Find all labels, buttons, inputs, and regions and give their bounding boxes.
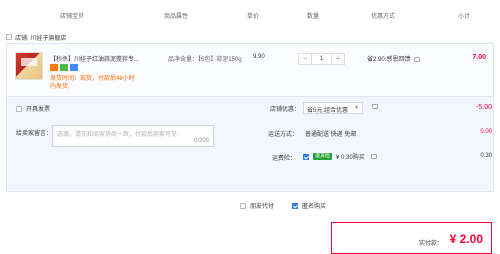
blue-badge-icon bbox=[70, 64, 78, 71]
invoice-label: 开具发票 bbox=[26, 107, 51, 113]
coupon-label: 店铺优惠： bbox=[269, 107, 300, 113]
pay-amount: ¥ 2.00 bbox=[449, 232, 483, 246]
decrement-button[interactable]: − bbox=[299, 54, 311, 64]
item-subtotal: 7.00 bbox=[472, 54, 486, 61]
unit-price: 9.90 bbox=[253, 54, 265, 60]
column-header-promo: 优惠方式 bbox=[371, 13, 396, 20]
delivery-value[interactable]: 普通配送 快递 免邮 bbox=[305, 129, 356, 138]
delivery-note-line2: 内发货 bbox=[50, 84, 69, 90]
anonymous-option[interactable]: 匿名购买 bbox=[292, 201, 326, 210]
payment-summary: 实付款： ¥ 2.00 bbox=[331, 222, 492, 254]
delivery-label: 运送方式： bbox=[267, 132, 298, 138]
seller-message-label: 给卖家留言： bbox=[16, 131, 53, 137]
insurance-badge: 退货险 bbox=[313, 153, 333, 160]
invoice-checkbox[interactable] bbox=[16, 105, 22, 112]
increment-button[interactable]: + bbox=[332, 54, 344, 64]
column-header-store-info: 店铺宝贝 bbox=[60, 13, 85, 20]
store-select-checkbox[interactable] bbox=[6, 34, 12, 40]
product-title[interactable]: 【秒杀】川娃子红油蒜泥搅拌专... bbox=[50, 54, 168, 63]
product-thumbnail[interactable] bbox=[15, 52, 43, 80]
anonymous-checkbox[interactable] bbox=[292, 202, 299, 209]
store-row: 店铺: 川娃子旗舰店 bbox=[6, 31, 66, 43]
promo-text: 省2.90:感恩回馈 bbox=[367, 57, 411, 63]
green-badge-icon bbox=[60, 64, 68, 71]
store-name: 店铺: 川娃子旗舰店 bbox=[15, 35, 67, 42]
product-badges bbox=[50, 64, 78, 71]
insurance-checkbox[interactable] bbox=[303, 153, 309, 160]
quantity-stepper: − 1 + bbox=[298, 53, 345, 65]
insurance-fee: 0.30 bbox=[480, 153, 492, 159]
seller-message-placeholder: 选填，请先和商家协商一致，付款后商家可见 bbox=[57, 132, 178, 138]
column-header-attrs: 商品属性 bbox=[164, 13, 189, 20]
coupon-discount: -5.00 bbox=[476, 104, 492, 111]
seller-message-input[interactable]: 选填，请先和商家协商一致，付款后商家可见 0/200 bbox=[52, 125, 214, 147]
quantity-value[interactable]: 1 bbox=[311, 54, 332, 64]
column-header-price: 单价 bbox=[247, 13, 260, 20]
chevron-down-icon: ▼ bbox=[354, 105, 359, 111]
coupon-value: 省5元:组合优惠 bbox=[307, 108, 349, 114]
anonymous-label: 匿名购买 bbox=[302, 204, 327, 210]
column-header-subtotal: 小计 bbox=[458, 13, 471, 20]
coupon-dropdown[interactable]: 省5元:组合优惠 ▼ bbox=[303, 102, 363, 114]
orange-badge-icon bbox=[50, 64, 58, 71]
table-header: 店铺宝贝 商品属性 单价 数量 优惠方式 小计 bbox=[0, 8, 500, 22]
friend-pay-label: 朋友代付 bbox=[250, 204, 275, 210]
pay-label: 实付款： bbox=[418, 241, 443, 247]
info-icon[interactable] bbox=[370, 154, 377, 159]
insurance-value: ¥ 0.30购买 bbox=[336, 155, 365, 161]
order-item-panel: 【秒杀】川娃子红油蒜泥搅拌专... 发货时间：现货，付款后48小时 内发货 品净… bbox=[6, 43, 494, 97]
friend-pay-checkbox[interactable] bbox=[240, 202, 246, 209]
column-header-qty: 数量 bbox=[307, 13, 320, 20]
insurance-label: 运费险： bbox=[271, 156, 296, 162]
invoice-option[interactable]: 开具发票 bbox=[16, 104, 50, 113]
message-char-count: 0/200 bbox=[193, 138, 209, 144]
comment-icon[interactable] bbox=[414, 56, 421, 62]
product-spec: 品净含量：【5包】蒜泥150g bbox=[168, 57, 242, 63]
delivery-fee: 0.00 bbox=[480, 129, 492, 135]
footer-options: 朋友代付 匿名购买 bbox=[240, 201, 326, 210]
promo-info: 省2.90:感恩回馈 bbox=[367, 54, 421, 63]
info-comment-icon[interactable] bbox=[372, 104, 378, 109]
friend-pay-option[interactable]: 朋友代付 bbox=[240, 201, 274, 210]
insurance-row: 退货险 ¥ 0.30购买 bbox=[303, 152, 377, 161]
